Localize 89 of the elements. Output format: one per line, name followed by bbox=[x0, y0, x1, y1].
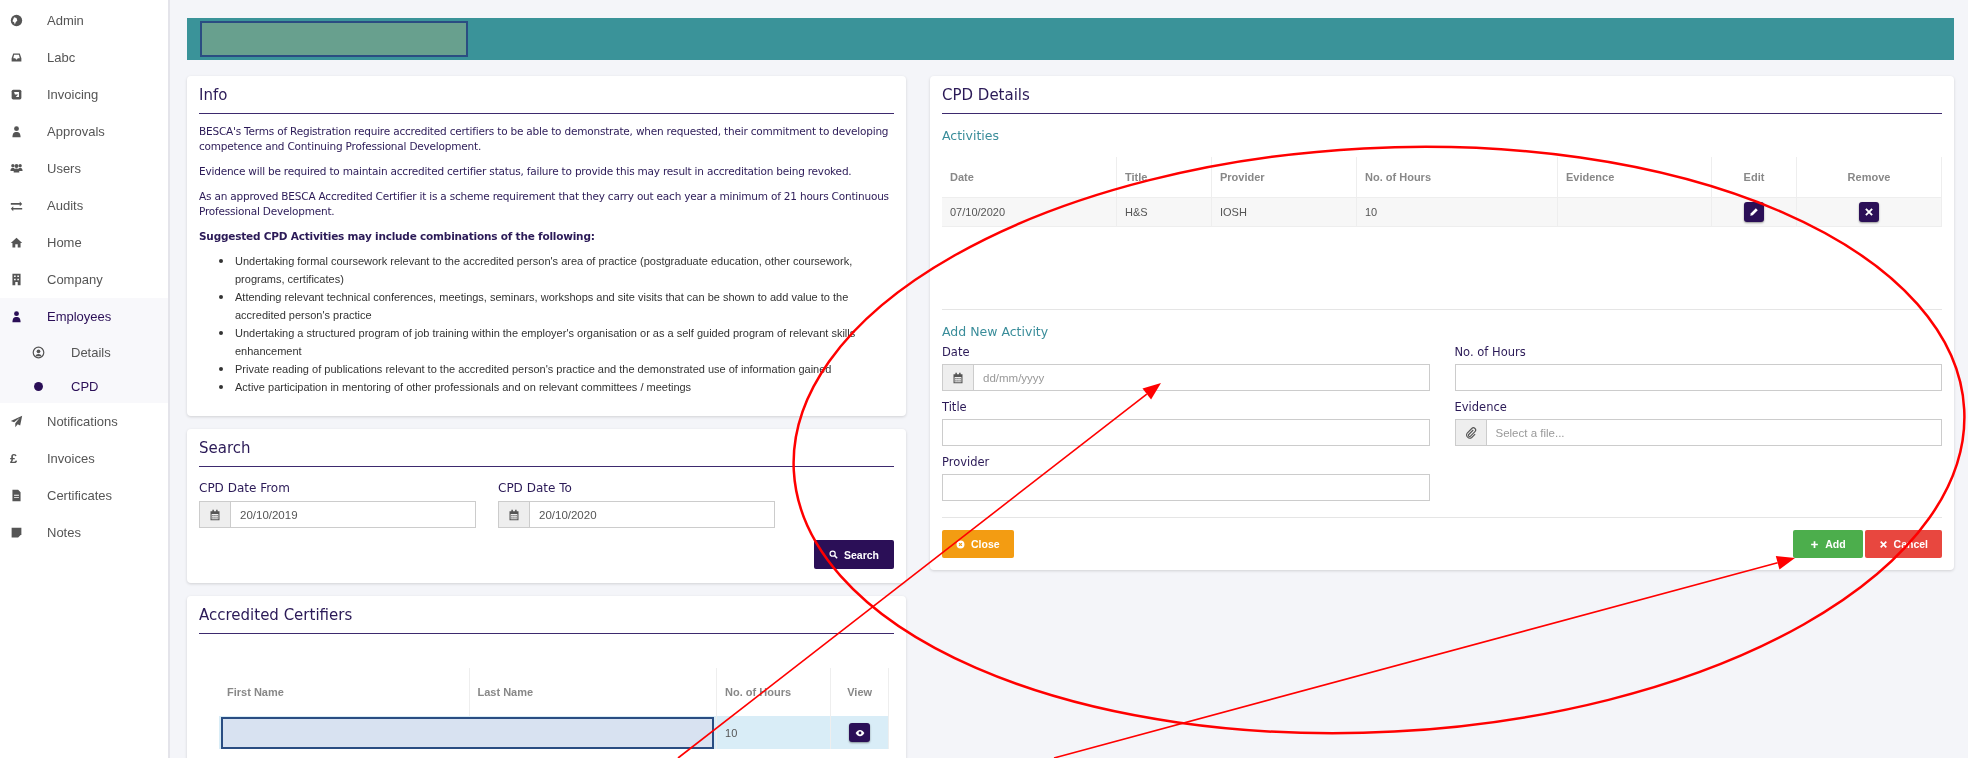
sidebar-item[interactable]: Admin bbox=[0, 2, 168, 39]
column-header: Remove bbox=[1796, 157, 1942, 198]
field-label: No. of Hours bbox=[1454, 345, 1527, 359]
field-label: Provider bbox=[942, 455, 991, 469]
sidebar-item[interactable]: Invoicing bbox=[0, 76, 168, 113]
search-icon bbox=[828, 550, 838, 559]
column-header: Provider bbox=[1211, 157, 1357, 198]
panel-title: Info bbox=[199, 84, 894, 114]
table-cell: 10 bbox=[716, 716, 831, 749]
field-label: CPD Date To bbox=[498, 481, 573, 495]
image-icon bbox=[10, 88, 23, 101]
paragraph: As an approved BESCA Accredited Certifier it is a scheme requirement that they carry out each year a minimum of 21 hours Continuous Professional Development. bbox=[199, 189, 890, 219]
sidebar-item[interactable]: Notifications bbox=[0, 403, 168, 440]
user-circle-icon bbox=[32, 345, 45, 359]
sidebar-item[interactable]: Details bbox=[0, 335, 168, 369]
calendar-icon bbox=[209, 508, 221, 521]
pound-icon: £ bbox=[10, 451, 23, 466]
bullet-icon bbox=[219, 385, 223, 389]
sidebar-item[interactable]: Home bbox=[0, 224, 168, 261]
input-field[interactable] bbox=[942, 474, 1430, 501]
sidebar-item[interactable]: Company bbox=[0, 261, 168, 298]
globe-icon bbox=[10, 14, 23, 27]
field-label: CPD Date From bbox=[199, 481, 291, 495]
date-field[interactable]: 20/10/2019 bbox=[231, 501, 476, 528]
section-title: Add New Activity bbox=[942, 324, 1050, 339]
table-cell: IOSH bbox=[1211, 197, 1357, 227]
bullet-icon bbox=[219, 259, 223, 263]
date-field[interactable]: 20/10/2020 bbox=[530, 501, 775, 528]
field-label: Title bbox=[942, 400, 968, 414]
panel-title: CPD Details bbox=[942, 84, 1942, 114]
list-item: Undertaking formal coursework relevant to the accredited person's area of practice (postgraduate education, other coursework, programs, certificates) bbox=[235, 254, 854, 287]
pencil-icon bbox=[1749, 207, 1759, 217]
panel-title: Search bbox=[199, 437, 894, 467]
paragraph: BESCA's Terms of Registration require accredited certifiers to be able to demonstrate, when requested, their commitment to developing competence and Continuing Professional Development. bbox=[199, 124, 890, 154]
table-cell: H&S bbox=[1116, 197, 1212, 227]
date-field[interactable]: dd/mm/yyyy bbox=[974, 364, 1430, 391]
dot-icon bbox=[32, 379, 45, 393]
sidebar-item[interactable]: Labc bbox=[0, 39, 168, 76]
eye-icon bbox=[854, 727, 865, 738]
field-label: Evidence bbox=[1454, 400, 1508, 414]
plus-icon bbox=[1810, 539, 1820, 549]
table-cell: 07/10/2020 bbox=[942, 197, 1117, 227]
plane-icon bbox=[10, 415, 23, 428]
inbox-icon bbox=[10, 51, 23, 64]
sidebar-item[interactable]: Notes bbox=[0, 514, 168, 551]
building-icon bbox=[10, 273, 23, 286]
column-header: Title bbox=[1116, 157, 1212, 198]
sidebar-item[interactable]: Approvals bbox=[0, 113, 168, 150]
input-field[interactable] bbox=[942, 419, 1430, 446]
close-icon bbox=[1878, 539, 1888, 549]
remove-button[interactable] bbox=[1859, 202, 1879, 222]
paragraph: Evidence will be required to maintain accredited certifier status, failure to provide this may result in accreditation being revoked. bbox=[199, 164, 853, 179]
sidebar-item[interactable]: Users bbox=[0, 150, 168, 187]
section-title: Activities bbox=[942, 128, 1001, 143]
file-icon bbox=[10, 489, 23, 502]
sidebar-item[interactable]: Certificates bbox=[0, 477, 168, 514]
user-icon bbox=[10, 125, 23, 138]
table-cell: 10 bbox=[1356, 197, 1558, 227]
column-header: Evidence bbox=[1557, 157, 1712, 198]
sidebar-item[interactable]: Audits bbox=[0, 187, 168, 224]
column-header: Date bbox=[942, 157, 1117, 198]
list-item: Attending relevant technical conferences, meetings, seminars, workshops and site visits that can be shown to add value to the accredited person's practice bbox=[235, 290, 850, 323]
field-label: Date bbox=[942, 345, 971, 359]
calendar-icon bbox=[508, 508, 520, 521]
edit-button[interactable] bbox=[1744, 202, 1764, 222]
panel-title: Accredited Certifiers bbox=[199, 604, 894, 634]
list-heading: Suggested CPD Activities may include combinations of the following: bbox=[199, 229, 596, 244]
bullet-icon bbox=[219, 367, 223, 371]
sidebar-item[interactable]: CPD bbox=[0, 369, 168, 403]
bullet-icon bbox=[219, 295, 223, 299]
close-circle-icon bbox=[956, 539, 965, 549]
user-icon bbox=[10, 310, 23, 323]
home-icon bbox=[10, 236, 23, 249]
file-field[interactable]: Select a file... bbox=[1486, 419, 1942, 446]
search-button[interactable]: Search bbox=[813, 540, 894, 569]
sidebar-item[interactable]: Employees bbox=[0, 298, 168, 335]
input-field[interactable] bbox=[1454, 364, 1942, 391]
sidebar-item[interactable]: £ Invoices bbox=[0, 440, 168, 477]
exchange-icon bbox=[10, 199, 23, 212]
calendar-icon bbox=[952, 371, 964, 384]
view-button[interactable] bbox=[849, 723, 871, 742]
users-icon bbox=[10, 162, 23, 175]
close-icon bbox=[1864, 207, 1874, 217]
note-icon bbox=[10, 526, 23, 539]
bullet-icon bbox=[219, 331, 223, 335]
list-item: Active participation in mentoring of other professionals and on relevant committees / meetings bbox=[235, 380, 692, 395]
column-header: No. of Hours bbox=[1356, 157, 1558, 198]
paperclip-icon bbox=[1464, 426, 1477, 439]
column-header: Edit bbox=[1711, 157, 1797, 198]
